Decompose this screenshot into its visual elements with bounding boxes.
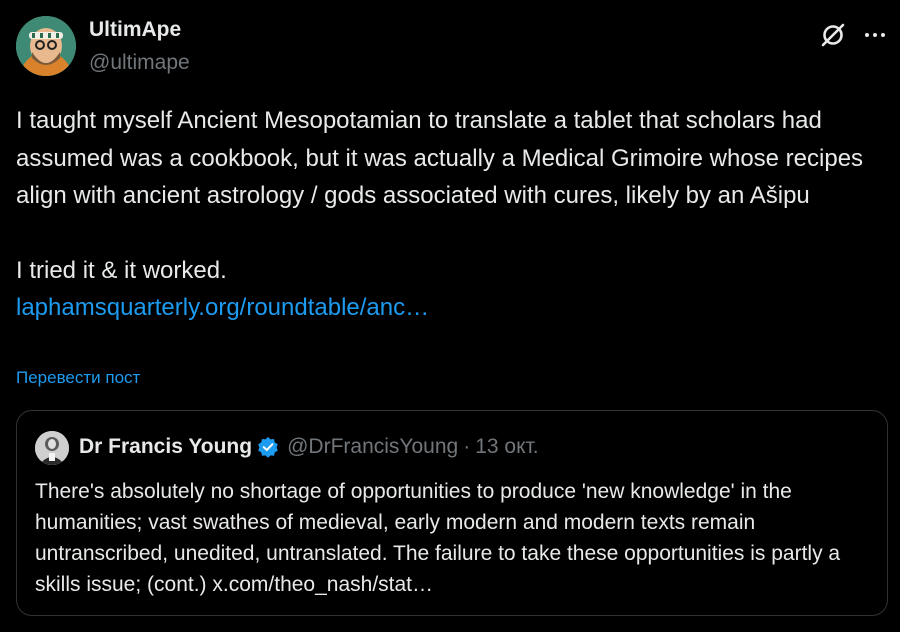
verified-badge-icon: [258, 437, 278, 458]
quoted-link: x.com/theo_nash/stat…: [212, 573, 434, 596]
quoted-header: Dr Francis Young @DrFrancisYoung · 13 ок…: [79, 435, 539, 459]
quoted-tweet[interactable]: Dr Francis Young @DrFrancisYoung · 13 ок…: [16, 410, 888, 616]
author-handle[interactable]: @ultimape: [89, 51, 190, 75]
author-avatar[interactable]: [16, 16, 76, 76]
more-options-icon[interactable]: [860, 20, 890, 50]
tweet-paragraph: I tried it & it worked.: [16, 256, 227, 284]
tweet-paragraph: I taught myself Ancient Mesopotamian to …: [16, 107, 864, 209]
translate-post-button[interactable]: Перевести пост: [16, 368, 140, 388]
quoted-text: There's absolutely no shortage of opport…: [35, 476, 875, 600]
quoted-author-avatar: [35, 431, 69, 465]
quoted-date: 13 окт.: [475, 435, 539, 458]
tweet-link[interactable]: laphamsquarterly.org/roundtable/anc…: [16, 294, 429, 321]
quoted-handle: @DrFrancisYoung: [287, 435, 459, 458]
grok-icon[interactable]: [818, 20, 848, 50]
author-display-name[interactable]: UltimApe: [89, 18, 181, 42]
quoted-display-name: Dr Francis Young: [79, 435, 253, 458]
tweet-text: I taught myself Ancient Mesopotamian to …: [16, 102, 890, 327]
quoted-body: There's absolutely no shortage of opport…: [35, 480, 841, 596]
separator-dot: ·: [463, 435, 471, 458]
